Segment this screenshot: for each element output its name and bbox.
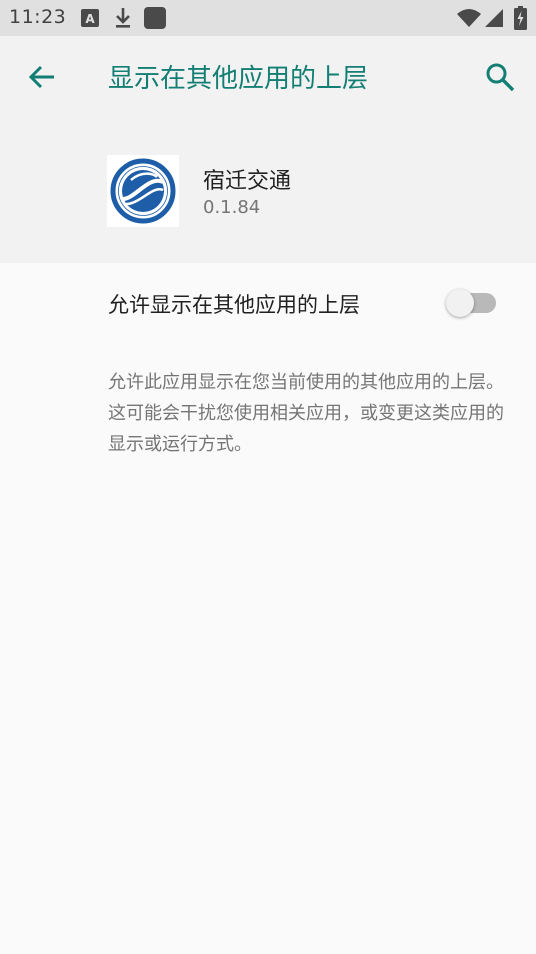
- a-box-icon: A: [81, 9, 99, 27]
- status-bar: 11:23 A: [0, 0, 536, 36]
- status-time: 11:23: [9, 6, 67, 28]
- svg-text:A: A: [85, 12, 95, 26]
- battery-charging-icon: [514, 6, 527, 30]
- download-icon: [116, 8, 130, 28]
- search-icon[interactable]: [484, 61, 516, 93]
- app-name: 宿迁交通: [203, 169, 292, 194]
- page-title: 显示在其他应用的上层: [108, 64, 369, 94]
- setting-label: 允许显示在其他应用的上层: [108, 293, 360, 317]
- app-version: 0.1.84: [203, 197, 261, 218]
- app-logo: [107, 155, 179, 227]
- permission-description: 允许此应用显示在您当前使用的其他应用的上层。这可能会干扰您使用相关应用，或变更这…: [108, 372, 504, 455]
- overlay-permission-setting[interactable]: 允许显示在其他应用的上层: [0, 263, 536, 345]
- toggle-thumb: [446, 289, 474, 317]
- cellular-icon: [485, 9, 503, 27]
- back-arrow-icon[interactable]: [25, 60, 59, 94]
- wifi-icon: [457, 9, 481, 27]
- app-square-icon: [144, 7, 166, 29]
